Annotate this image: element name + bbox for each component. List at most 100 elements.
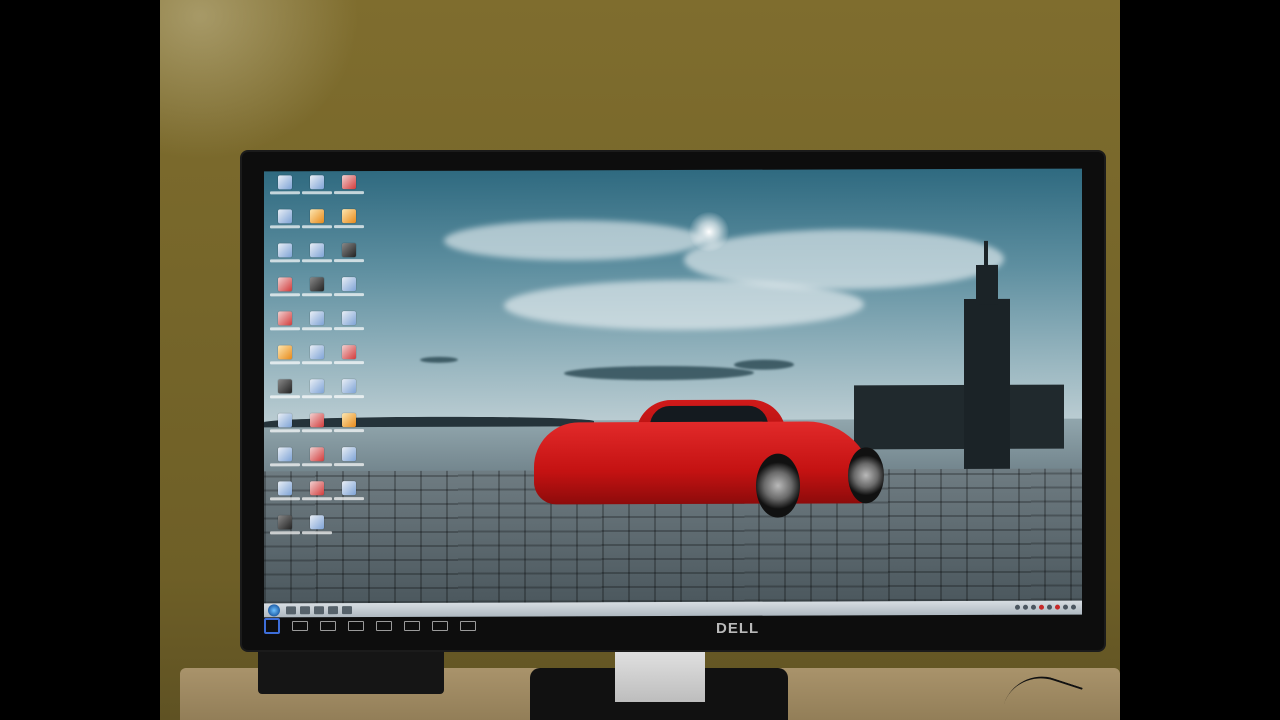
taskbar-app-icon[interactable] — [342, 606, 352, 615]
icon-caption — [270, 191, 300, 195]
desktop-icon[interactable] — [334, 447, 364, 481]
desktop-icon[interactable] — [334, 311, 364, 345]
tray-icon[interactable] — [1055, 604, 1060, 610]
icon-caption — [302, 327, 332, 331]
app-icon — [342, 311, 356, 326]
power-icon[interactable] — [264, 618, 280, 634]
desktop-icon[interactable] — [302, 277, 332, 311]
desktop-icon[interactable] — [302, 515, 332, 549]
taskbar-app-icon[interactable] — [300, 606, 310, 615]
desktop-icon[interactable] — [270, 345, 300, 379]
building — [854, 384, 1064, 450]
icon-caption — [270, 395, 300, 399]
desktop-icon[interactable] — [334, 345, 364, 379]
app-icon — [342, 243, 356, 258]
desktop-icon[interactable] — [334, 379, 364, 413]
taskbar-app-icon[interactable] — [328, 606, 338, 615]
desktop-icon[interactable] — [334, 243, 364, 277]
icon-caption — [270, 463, 300, 467]
auto-adjust-icon[interactable] — [376, 621, 392, 631]
tray-icon[interactable] — [1023, 604, 1028, 610]
app-icon — [310, 379, 324, 394]
icon-caption — [270, 259, 300, 263]
icon-caption — [270, 225, 300, 229]
icon-caption — [270, 327, 300, 331]
desktop-icon[interactable] — [270, 277, 300, 311]
app-icon — [310, 345, 324, 360]
volume-icon[interactable] — [404, 621, 420, 631]
desktop-icon[interactable] — [302, 447, 332, 481]
icon-caption — [302, 225, 332, 229]
tower — [964, 298, 1010, 475]
desktop-icon[interactable] — [270, 175, 300, 209]
app-icon — [278, 277, 292, 292]
desktop-icon[interactable] — [302, 209, 332, 243]
app-icon — [310, 481, 324, 496]
desktop-icons — [270, 175, 366, 585]
app-icon — [278, 515, 292, 530]
app-icon — [278, 243, 292, 258]
aspect-icon[interactable] — [460, 621, 476, 631]
icon-caption — [270, 531, 300, 535]
taskbar-app-icon[interactable] — [314, 606, 324, 615]
icon-caption — [302, 429, 332, 433]
desktop-icon[interactable] — [270, 481, 300, 515]
brightness-icon[interactable] — [348, 621, 364, 631]
app-icon — [310, 413, 324, 428]
taskbar-icons — [286, 606, 352, 615]
app-icon — [310, 243, 324, 258]
app-icon — [278, 345, 292, 360]
desktop-icon[interactable] — [334, 175, 364, 209]
desktop-icon[interactable] — [334, 481, 364, 515]
desktop-icon[interactable] — [334, 209, 364, 243]
wall-glow — [160, 0, 360, 160]
icon-caption — [302, 463, 332, 467]
tray-icon[interactable] — [1015, 604, 1020, 610]
tray-icon[interactable] — [1039, 604, 1044, 610]
app-icon — [278, 481, 292, 496]
taskbar-app-icon[interactable] — [286, 606, 296, 615]
car-wheel — [756, 453, 800, 518]
tray-icon[interactable] — [1063, 604, 1068, 610]
desktop-icon[interactable] — [302, 175, 332, 209]
dell-logo: DELL — [716, 620, 760, 637]
icon-caption — [302, 497, 332, 501]
icon-caption — [270, 429, 300, 433]
desktop-icon[interactable] — [302, 481, 332, 515]
desktop-icon[interactable] — [270, 379, 300, 413]
desktop-icon[interactable] — [302, 311, 332, 345]
desktop-icon[interactable] — [270, 243, 300, 277]
input-icon[interactable] — [320, 621, 336, 631]
icon-caption — [302, 395, 332, 399]
app-icon — [278, 447, 292, 462]
app-icon — [310, 311, 324, 326]
desktop-icon[interactable] — [270, 515, 300, 549]
start-button[interactable] — [268, 604, 280, 617]
icon-caption — [334, 327, 364, 331]
app-icon — [342, 379, 356, 394]
desktop-icon[interactable] — [302, 379, 332, 413]
app-icon — [310, 209, 324, 224]
desktop-icon[interactable] — [302, 243, 332, 277]
desktop-icon[interactable] — [270, 413, 300, 447]
app-icon — [342, 447, 356, 462]
cloud — [444, 219, 704, 261]
desktop-icon[interactable] — [270, 447, 300, 481]
mute-icon[interactable] — [432, 621, 448, 631]
tray-icon[interactable] — [1031, 604, 1036, 610]
desktop-icon[interactable] — [334, 277, 364, 311]
desktop-icon[interactable] — [270, 209, 300, 243]
tower-spire — [984, 240, 988, 267]
app-icon — [342, 413, 356, 428]
icon-caption — [302, 361, 332, 365]
menu-icon[interactable] — [292, 621, 308, 631]
icon-caption — [334, 225, 364, 229]
desktop-icon[interactable] — [302, 345, 332, 379]
app-icon — [310, 447, 324, 462]
tray-icon[interactable] — [1071, 604, 1076, 610]
desktop-icon[interactable] — [334, 413, 364, 447]
desktop-icon[interactable] — [302, 413, 332, 447]
desktop-icon[interactable] — [270, 311, 300, 345]
tray-icon[interactable] — [1047, 604, 1052, 610]
app-icon — [342, 277, 356, 292]
